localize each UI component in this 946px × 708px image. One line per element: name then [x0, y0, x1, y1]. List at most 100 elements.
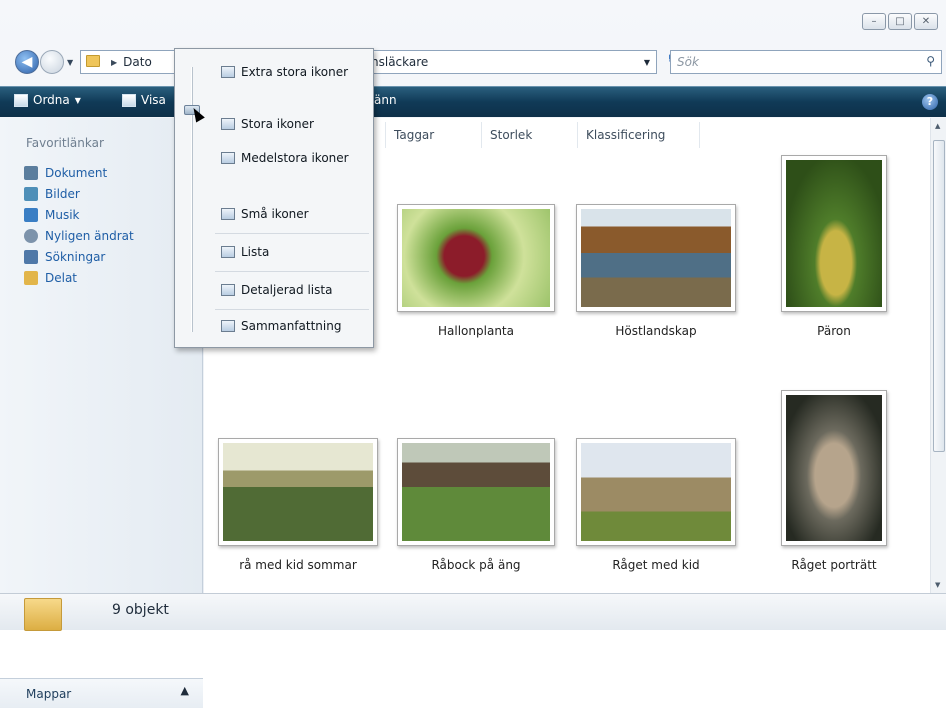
menu-item-label: Medelstora ikoner [241, 151, 349, 165]
chevron-up-icon: ▲ [180, 684, 189, 697]
sidebar-item-music[interactable]: Musik [24, 204, 134, 225]
extra-large-icons-icon [221, 66, 235, 78]
back-arrow-icon: ◀ [21, 54, 33, 70]
menu-item-large-icons[interactable]: Stora ikoner [221, 117, 314, 131]
item-count: 9 objekt [112, 602, 169, 618]
vertical-scrollbar[interactable]: ▲ ▼ [930, 118, 946, 593]
breadcrumb-segment[interactable]: Dato [123, 55, 152, 69]
help-icon[interactable]: ? [922, 94, 938, 110]
sidebar-item-label: Musik [45, 207, 80, 222]
sidebar-item-label: Nyligen ändrat [45, 228, 134, 243]
pictures-icon [24, 186, 38, 201]
favorites-list: Dokument Bilder Musik Nyligen ändrat Sök… [24, 162, 134, 288]
file-name[interactable]: Råget porträtt [749, 558, 919, 572]
menu-separator [215, 233, 369, 234]
navigation-pane: Favoritlänkar Dokument Bilder Musik Nyli… [0, 118, 203, 708]
organize-label: Ordna [33, 93, 70, 107]
close-button[interactable]: ✕ [914, 13, 938, 30]
scroll-down-icon[interactable]: ▼ [935, 581, 940, 589]
column-header[interactable]: Storlek [482, 122, 578, 148]
file-name[interactable]: Råbock på äng [391, 558, 561, 572]
recent-pages-dropdown-icon[interactable]: ▼ [67, 58, 73, 67]
command-label[interactable]: änn [374, 93, 397, 107]
back-button[interactable]: ◀ [15, 50, 39, 74]
small-icons-icon [221, 208, 235, 220]
sidebar-item-shared[interactable]: Delat [24, 267, 134, 288]
file-name[interactable]: Päron [749, 324, 919, 338]
address-dropdown-icon[interactable]: ▼ [644, 58, 650, 67]
command-label-text: änn [374, 93, 397, 107]
menu-item-label: Små ikoner [241, 207, 309, 221]
folders-toggle[interactable]: Mappar ▲ [0, 678, 203, 708]
breadcrumb-separator-icon[interactable]: ▶ [111, 58, 117, 67]
menu-item-label: Lista [241, 245, 270, 259]
tiles-icon [221, 320, 235, 332]
menu-item-label: Extra stora ikoner [241, 65, 349, 79]
sidebar-item-label: Dokument [45, 165, 108, 180]
views-label: Visa [141, 93, 166, 107]
file-name[interactable]: Höstlandskap [571, 324, 741, 338]
sidebar-item-recent[interactable]: Nyligen ändrat [24, 225, 134, 246]
shared-folder-icon [24, 270, 38, 285]
sidebar-item-pictures[interactable]: Bilder [24, 183, 134, 204]
search-icon[interactable]: ⚲ [926, 54, 935, 68]
large-icons-icon [221, 118, 235, 130]
menu-separator [215, 309, 369, 310]
maximize-button[interactable]: □ [888, 13, 912, 30]
menu-item-extra-large-icons[interactable]: Extra stora ikoner [221, 65, 348, 79]
menu-item-list[interactable]: Lista [221, 245, 269, 259]
recent-icon [24, 228, 38, 243]
forward-button[interactable] [40, 50, 64, 74]
menu-separator [215, 271, 369, 272]
minimize-button[interactable]: – [862, 13, 886, 30]
explorer-window: – □ ✕ ◀ ▼ ▶ Dato nsläckare ▼ ↹ Sök ⚲ Ord… [0, 0, 946, 708]
menu-item-details[interactable]: Detaljerad lista [221, 283, 332, 297]
sidebar-item-label: Bilder [45, 186, 80, 201]
search-input[interactable]: Sök ⚲ [670, 50, 942, 74]
views-button[interactable]: Visa [122, 93, 166, 107]
menu-item-small-icons[interactable]: Små ikoner [221, 207, 309, 221]
thumbnail[interactable] [781, 155, 887, 312]
search-placeholder: Sök [677, 55, 699, 69]
file-name[interactable]: Råget med kid [571, 558, 741, 572]
menu-item-label: Detaljerad lista [241, 283, 333, 297]
command-bar: Ordna ▼ Visa änn ? [0, 86, 946, 117]
address-row: ◀ ▼ ▶ Dato nsläckare ▼ ↹ Sök ⚲ [0, 46, 946, 78]
thumbnail[interactable] [218, 438, 378, 546]
scroll-up-icon[interactable]: ▲ [935, 122, 940, 130]
chevron-down-icon: ▼ [74, 95, 81, 105]
organize-button[interactable]: Ordna ▼ [14, 93, 81, 107]
sidebar-item-documents[interactable]: Dokument [24, 162, 134, 183]
folder-icon [86, 55, 100, 67]
details-pane: 9 objekt [0, 593, 946, 631]
organize-icon [14, 93, 28, 107]
menu-item-medium-icons[interactable]: Medelstora ikoner [221, 151, 349, 165]
sidebar-item-searches[interactable]: Sökningar [24, 246, 134, 267]
sidebar-item-label: Delat [45, 270, 78, 285]
medium-icons-icon [221, 152, 235, 164]
details-icon [221, 284, 235, 296]
thumbnail[interactable] [576, 438, 736, 546]
menu-item-label: Sammanfattning [241, 319, 342, 333]
music-icon [24, 207, 38, 222]
column-header[interactable]: Taggar [386, 122, 482, 148]
window-controls: – □ ✕ [862, 13, 938, 30]
file-name[interactable]: rå med kid sommar [213, 558, 383, 572]
view-menu: Extra stora ikoner Stora ikoner Medelsto… [174, 48, 374, 348]
file-name[interactable]: Hallonplanta [391, 324, 561, 338]
folder-icon [24, 598, 62, 631]
folders-label: Mappar [26, 687, 72, 701]
menu-item-label: Stora ikoner [241, 117, 314, 131]
scrollbar-thumb[interactable] [933, 140, 945, 452]
thumbnail[interactable] [576, 204, 736, 312]
favorites-header: Favoritlänkar [26, 136, 104, 150]
breadcrumb-segment[interactable]: nsläckare [371, 55, 428, 69]
search-folder-icon [24, 249, 38, 264]
sidebar-item-label: Sökningar [45, 249, 106, 264]
thumbnail[interactable] [781, 390, 887, 546]
thumbnail[interactable] [397, 438, 555, 546]
menu-item-tiles[interactable]: Sammanfattning [221, 319, 341, 333]
column-header[interactable]: Klassificering [578, 122, 700, 148]
thumbnail[interactable] [397, 204, 555, 312]
document-icon [24, 165, 38, 180]
